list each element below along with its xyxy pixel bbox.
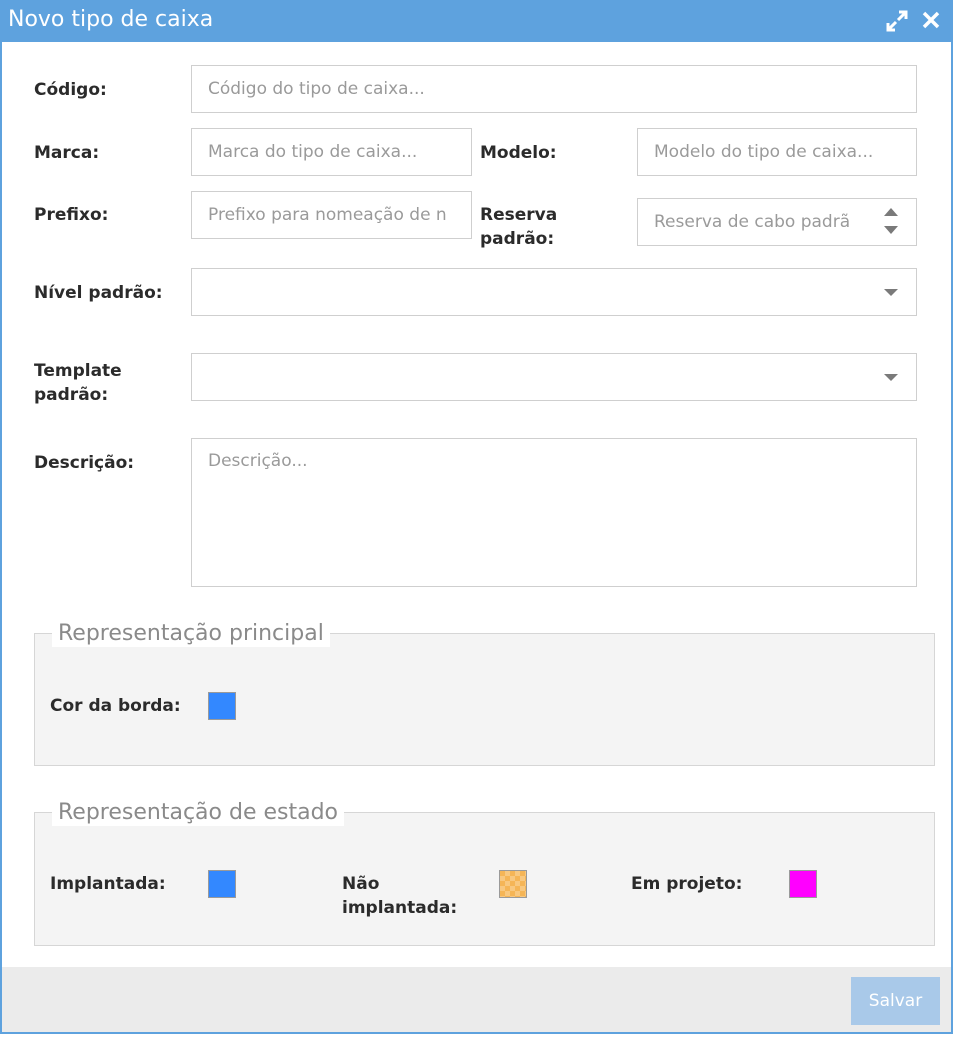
implantada-label: Implantada: (50, 874, 166, 894)
cor-borda-swatch[interactable] (208, 692, 236, 720)
spin-down-icon[interactable] (884, 226, 898, 234)
em-projeto-label: Em projeto: (631, 874, 743, 894)
descricao-textarea[interactable] (191, 438, 917, 587)
marca-label: Marca: (34, 143, 100, 163)
nao-implantada-label: Não implantada: (342, 874, 458, 918)
spin-up-icon[interactable] (884, 208, 898, 216)
prefixo-input[interactable] (191, 191, 472, 239)
codigo-label: Código: (34, 80, 107, 100)
modelo-input[interactable] (637, 128, 917, 176)
estado-legend: Representação de estado (52, 800, 344, 826)
save-button[interactable]: Salvar (851, 977, 940, 1025)
em-projeto-swatch[interactable] (789, 870, 817, 898)
reserva-label: Reserva padrão: (480, 205, 558, 249)
close-icon[interactable] (921, 10, 943, 32)
chevron-down-icon[interactable] (884, 374, 898, 381)
new-box-type-dialog: Novo tipo de caixa Código: Marca: Modelo… (0, 0, 953, 1034)
implantada-swatch[interactable] (208, 870, 236, 898)
modelo-label: Modelo: (480, 143, 557, 163)
template-select[interactable] (191, 353, 917, 401)
nao-implantada-swatch[interactable] (499, 870, 527, 898)
template-label: Template padrão: (34, 361, 122, 405)
marca-input[interactable] (191, 128, 472, 176)
chevron-down-icon[interactable] (884, 289, 898, 296)
dialog-title: Novo tipo de caixa (8, 7, 214, 32)
nivel-select[interactable] (191, 268, 917, 316)
dialog-titlebar: Novo tipo de caixa (0, 0, 953, 42)
dialog-footer: Salvar (2, 967, 951, 1032)
expand-arrows-icon[interactable] (886, 10, 908, 32)
codigo-input[interactable] (191, 65, 917, 113)
prefixo-label: Prefixo: (34, 205, 109, 225)
descricao-label: Descrição: (34, 453, 135, 473)
principal-legend: Representação principal (52, 621, 330, 647)
nivel-label: Nível padrão: (34, 283, 163, 303)
cor-borda-label: Cor da borda: (50, 696, 181, 716)
reserva-input[interactable] (637, 198, 917, 246)
